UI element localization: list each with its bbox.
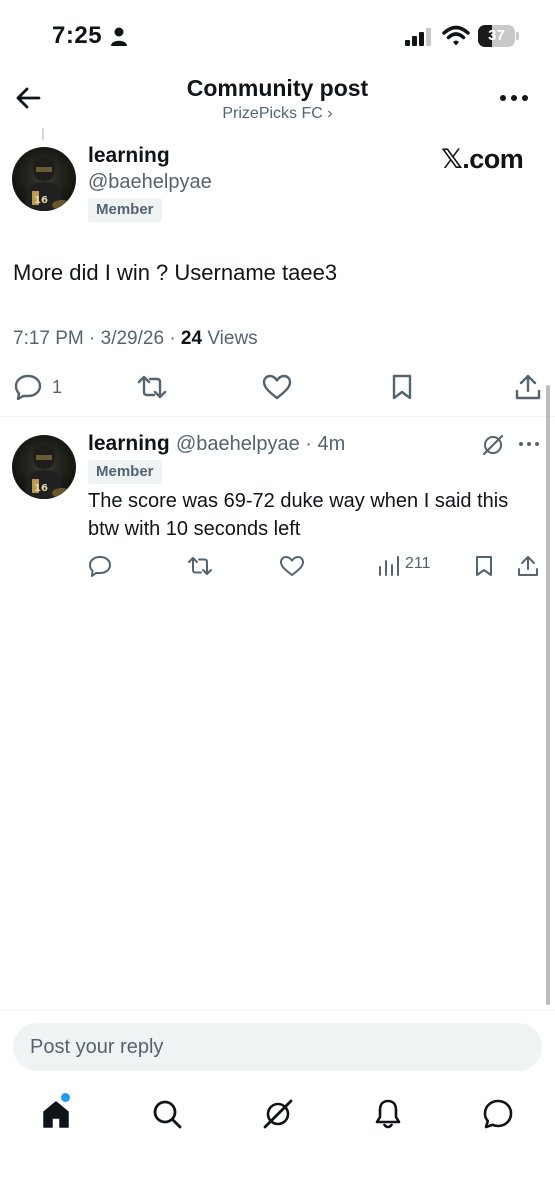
wifi-icon <box>442 25 470 46</box>
post-timestamp: 7:17 PM · 3/29/26 · <box>13 328 181 349</box>
divider <box>0 416 555 417</box>
reply-author-handle[interactable]: @baehelpyae · 4m <box>176 433 345 456</box>
author-name[interactable]: learning <box>88 144 170 168</box>
grok-icon[interactable] <box>481 433 505 457</box>
reply-icon[interactable] <box>14 374 42 400</box>
like-icon[interactable] <box>262 374 292 400</box>
status-time: 7:25 <box>52 22 103 49</box>
reply-text: The score was 69-72 duke way when I said… <box>88 490 509 540</box>
notification-dot <box>61 1093 70 1102</box>
member-badge: Member <box>88 460 162 484</box>
repost-icon[interactable] <box>186 556 214 576</box>
page-title: Community post <box>186 75 369 101</box>
reply-views-count: 211 <box>405 555 431 572</box>
share-icon[interactable] <box>516 554 540 578</box>
reply-count: 1 <box>52 377 63 397</box>
scrollbar[interactable] <box>546 385 550 1005</box>
messages-icon[interactable] <box>482 1098 514 1130</box>
reply-author-name[interactable]: learning <box>88 432 170 456</box>
signal-icon <box>405 28 431 46</box>
person-icon <box>111 27 127 46</box>
views-label: Views <box>202 328 258 349</box>
member-badge: Member <box>88 198 162 222</box>
battery-indicator: 37 <box>478 25 520 47</box>
author-handle[interactable]: @baehelpyae <box>88 171 212 194</box>
source-label: 𝕏.com <box>441 144 524 174</box>
svg-text:16: 16 <box>34 195 48 206</box>
home-icon[interactable] <box>40 1098 72 1130</box>
reply-input[interactable] <box>13 1023 542 1071</box>
divider <box>0 1010 555 1011</box>
bookmark-icon[interactable] <box>474 554 494 578</box>
views-icon[interactable] <box>378 555 400 577</box>
post-meta: 7:17 PM · 3/29/26 · 24 Views <box>13 328 258 350</box>
status-bar: 7:25 37 <box>0 0 555 70</box>
reply-icon[interactable] <box>88 555 112 577</box>
header: Community post PrizePicks FC › <box>0 70 555 130</box>
grok-icon[interactable] <box>262 1098 294 1130</box>
battery-level: 37 <box>488 27 505 44</box>
post-text: More did I win ? Username taee3 <box>13 260 338 285</box>
bookmark-icon[interactable] <box>391 373 413 401</box>
avatar[interactable]: 16 <box>12 147 76 211</box>
svg-text:16: 16 <box>34 483 48 494</box>
more-options-icon[interactable] <box>496 88 532 108</box>
search-icon[interactable] <box>151 1098 183 1130</box>
notifications-icon[interactable] <box>372 1098 404 1130</box>
share-icon[interactable] <box>514 373 542 401</box>
reply-avatar[interactable]: 16 <box>12 435 76 499</box>
like-icon[interactable] <box>279 555 305 577</box>
repost-icon[interactable] <box>136 375 168 399</box>
views-count: 24 <box>180 328 203 349</box>
thread-line <box>42 128 44 140</box>
more-options-icon[interactable] <box>517 438 541 450</box>
community-link[interactable]: PrizePicks FC › <box>0 105 555 123</box>
